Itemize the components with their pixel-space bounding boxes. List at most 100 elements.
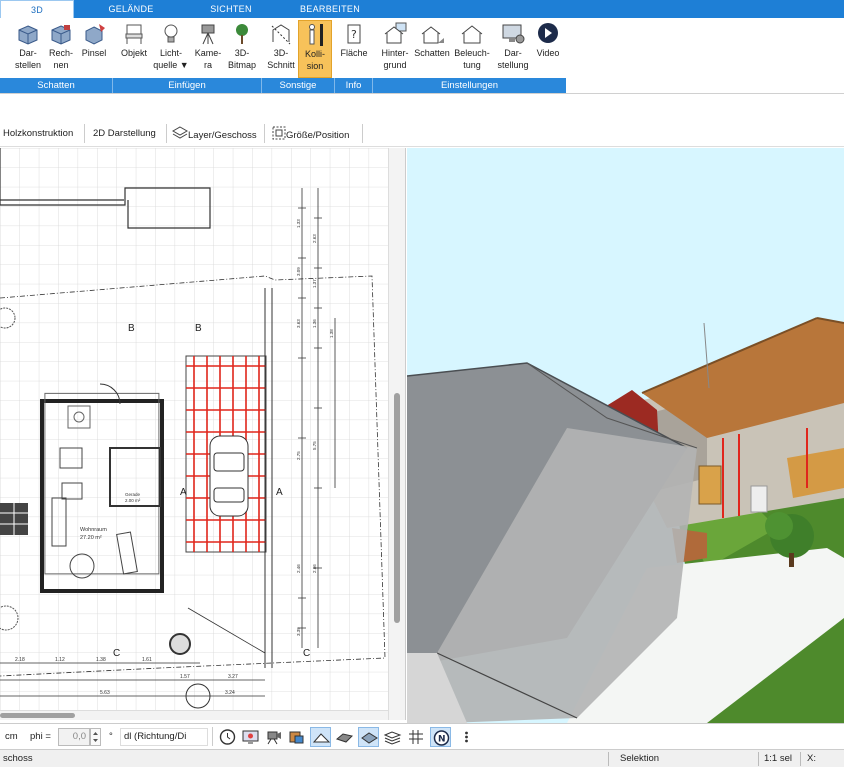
dim-label: 1.36	[312, 319, 317, 328]
status-mode: Selektion	[620, 753, 660, 764]
hintergrund-button[interactable]: Hinter- grund	[376, 20, 414, 78]
toolbar-separator	[84, 124, 85, 143]
plan-vertical-scrollbar[interactable]	[388, 148, 406, 720]
bottom-toolbar: cm phi = 0,0 ° dl (Richtung/Di N	[0, 723, 844, 749]
darstellung-2d-button[interactable]: 2D Darstellung	[93, 126, 156, 142]
kamera-label-2: ra	[203, 60, 212, 70]
lichtquelle-label-1: Licht-	[159, 48, 182, 58]
groesse-position-button[interactable]: Größe/Position	[272, 126, 349, 142]
lichtquelle-button[interactable]: Licht- quelle ▼	[152, 20, 190, 78]
kollision-label-2: sion	[306, 61, 324, 71]
ribbon-group-labels: Schatten Einfügen Sonstige Info Einstell…	[0, 78, 566, 93]
kollision-button[interactable]: Kolli- sion	[298, 20, 332, 78]
play-icon	[538, 23, 558, 43]
app-window: 3D GELÄNDE SICHTEN BEARBEITEN Dar- stell…	[0, 0, 844, 767]
toolbar-separator	[362, 124, 363, 143]
status-x-coordinate: X:	[807, 753, 816, 764]
lichtquelle-label-2: quelle ▼	[153, 60, 189, 70]
plan-horizontal-scrollbar[interactable]	[0, 710, 388, 720]
dim-label: 2.75	[296, 451, 301, 460]
material-icon[interactable]	[286, 727, 307, 747]
grid-icon[interactable]	[406, 727, 427, 747]
tab-sichten[interactable]: SICHTEN	[196, 0, 266, 18]
objekt-label: Objekt	[120, 48, 147, 58]
holzkonstruktion-button[interactable]: Holzkonstruktion	[3, 126, 73, 142]
pinsel-button[interactable]: Pinsel	[78, 20, 110, 78]
dim-label: 3.39	[296, 627, 301, 636]
tab-gelaende[interactable]: GELÄNDE	[96, 0, 166, 18]
schnitt3d-label-2: Schnitt	[267, 60, 295, 70]
spin-arrows-icon	[93, 732, 98, 742]
direction-select[interactable]: dl (Richtung/Di	[120, 728, 208, 746]
rechnen-button[interactable]: Rech- nen	[46, 20, 76, 78]
group-label-sonstige: Sonstige	[262, 78, 335, 93]
monitor-icon[interactable]	[240, 727, 261, 747]
darstellung-button[interactable]: Dar- stellung	[494, 20, 532, 78]
north-icon[interactable]: N	[430, 727, 451, 747]
room-small-area: 2.00 m²	[125, 498, 141, 503]
bitmap3d-label-1: 3D-	[234, 48, 250, 58]
dim-label: 2.86	[312, 564, 317, 573]
group-label-schatten: Schatten	[0, 78, 113, 93]
status-separator	[608, 752, 609, 766]
flaeche-button[interactable]: ? Fläche	[336, 20, 372, 78]
brush-cube-icon	[85, 24, 105, 45]
scrollbar-thumb[interactable]	[394, 393, 400, 623]
phi-input[interactable]: 0,0	[58, 728, 90, 746]
camera-icon	[201, 24, 215, 45]
more-options-icon[interactable]	[456, 727, 477, 747]
beleuchtung-button[interactable]: Beleuch- tung	[452, 20, 492, 78]
floor-plan-drawing: Wohnraum 27.20 m² Gerade 2.00 m² 1.33 3.…	[0, 148, 388, 710]
flaeche-label: Fläche	[340, 48, 368, 58]
house-shadow-icon	[421, 26, 444, 44]
schatten-button[interactable]: Schatten	[412, 20, 452, 78]
tab-3d[interactable]: 3D	[0, 0, 74, 18]
car-symbol	[209, 435, 249, 517]
3d-view[interactable]	[407, 148, 844, 723]
layers-stack-icon[interactable]	[382, 727, 403, 747]
dim-label: 3.24	[225, 690, 235, 696]
layer-geschoss-button[interactable]: Layer/Geschoss	[171, 126, 257, 142]
unit-label: cm	[5, 731, 18, 742]
secondary-toolbar: Holzkonstruktion 2D Darstellung Layer/Ge…	[0, 120, 844, 147]
dropdown-arrow-icon: ▼	[177, 60, 189, 70]
lightbulb-icon	[164, 24, 178, 43]
ribbon: Dar- stellen Rech- nen Pinsel Objekt Lic…	[0, 18, 844, 94]
toolbar-separator	[166, 124, 167, 143]
objekt-button[interactable]: Objekt	[116, 20, 152, 78]
kamera-label-1: Kame-	[194, 48, 222, 58]
walk-mode-icon[interactable]	[310, 727, 331, 747]
hintergrund-label-1: Hinter-	[381, 48, 409, 58]
plane-icon[interactable]	[358, 727, 379, 747]
section-cut-icon	[271, 24, 291, 45]
schnitt3d-button[interactable]: 3D- Schnitt	[264, 20, 298, 78]
darstellen-label-2: stellen	[14, 60, 41, 70]
room-small-label: Gerade	[125, 492, 141, 497]
section-mark-a-right: A	[276, 487, 283, 498]
scrollbar-thumb[interactable]	[0, 713, 75, 718]
house-light-icon	[461, 25, 483, 44]
darstellung-label-2: stellung	[497, 60, 529, 70]
resize-icon	[272, 126, 286, 140]
camera-path-icon[interactable]	[263, 727, 284, 747]
dim-label: 2.18	[15, 657, 25, 663]
bitmap3d-button[interactable]: 3D- Bitmap	[224, 20, 260, 78]
dim-label: 1.38	[329, 329, 334, 338]
beleuchtung-label-1: Beleuch-	[454, 48, 490, 58]
section-mark-b-left: B	[128, 323, 135, 334]
phi-spinner[interactable]	[90, 728, 101, 746]
tab-bearbeiten[interactable]: BEARBEITEN	[290, 0, 370, 18]
svg-text:N: N	[438, 735, 446, 745]
kamera-button[interactable]: Kame- ra	[190, 20, 226, 78]
video-button[interactable]: Video	[532, 20, 564, 78]
status-floor: schoss	[3, 753, 33, 764]
dim-label: 5.63	[100, 690, 110, 696]
status-selection: 1:1 sel	[764, 753, 792, 764]
group-label-einfuegen: Einfügen	[113, 78, 262, 93]
floor-plan-view[interactable]: Wohnraum 27.20 m² Gerade 2.00 m² 1.33 3.…	[0, 148, 388, 710]
group-label-info: Info	[335, 78, 373, 93]
fly-mode-icon[interactable]	[334, 727, 355, 747]
status-separator	[800, 752, 801, 766]
darstellen-button[interactable]: Dar- stellen	[10, 20, 46, 78]
clock-icon[interactable]	[217, 727, 238, 747]
